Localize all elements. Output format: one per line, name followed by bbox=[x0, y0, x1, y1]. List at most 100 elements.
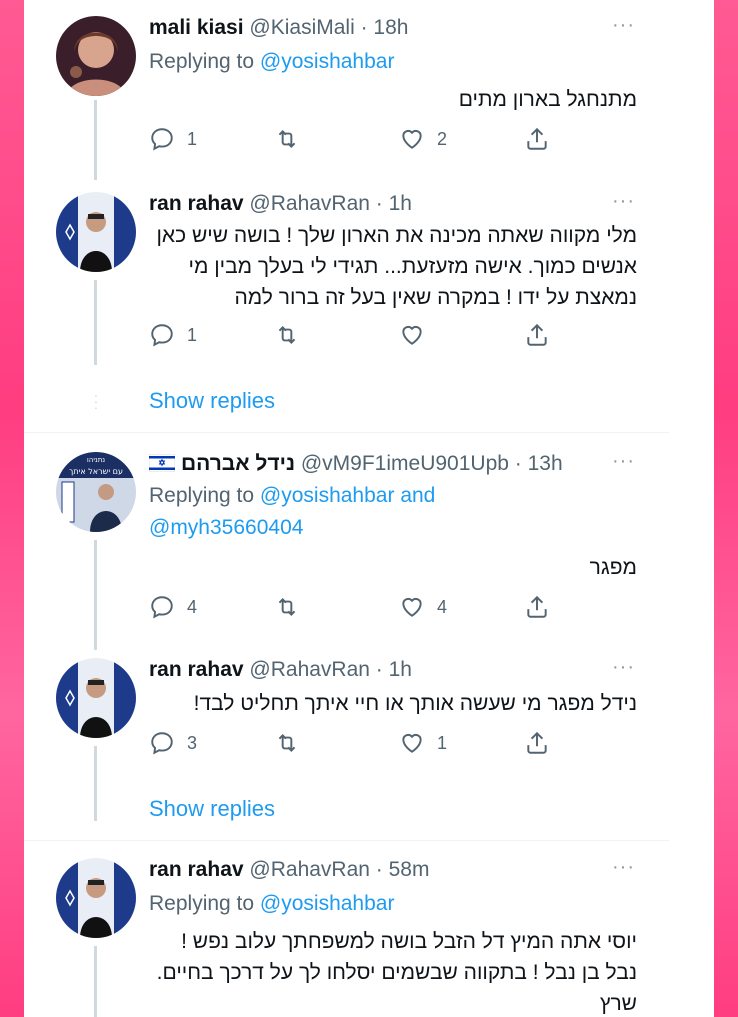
reply-count: 4 bbox=[187, 596, 198, 617]
retweet-button[interactable] bbox=[274, 126, 300, 152]
replying-to: Replying to @yosishahbar bbox=[149, 888, 394, 920]
heart-icon bbox=[402, 597, 422, 617]
user-handle[interactable]: @RahavRan bbox=[249, 192, 370, 215]
user-handle[interactable]: @RahavRan bbox=[249, 658, 370, 681]
retweet-button[interactable] bbox=[274, 594, 300, 620]
share-button[interactable] bbox=[524, 730, 550, 756]
avatar-image-icon bbox=[56, 192, 136, 272]
tweet-text: יוסי אתה המיץ דל הזבל בושה למשפחתך עלוב … bbox=[156, 930, 637, 1015]
timestamp[interactable]: · 1h bbox=[376, 192, 412, 215]
tweet-actions: 4 4 bbox=[149, 594, 569, 624]
avatar-caption-top: נתניהו bbox=[87, 456, 105, 464]
retweet-button[interactable] bbox=[274, 322, 300, 348]
reply-count: 1 bbox=[187, 324, 198, 345]
display-name[interactable]: mali kiasi bbox=[149, 16, 244, 39]
tweet-header: mali kiasi @KiasiMali · 18h bbox=[149, 16, 408, 40]
thread-line bbox=[94, 280, 97, 365]
heart-icon bbox=[402, 733, 422, 753]
thread-more-dots: · · · bbox=[93, 387, 99, 415]
replying-to-and: and bbox=[400, 484, 436, 507]
like-button[interactable] bbox=[399, 322, 425, 348]
replying-to-label: Replying to bbox=[149, 50, 255, 73]
avatar[interactable] bbox=[56, 658, 136, 738]
avatar-image-icon bbox=[56, 16, 136, 96]
tweet-mali-kiasi[interactable]: mali kiasi @KiasiMali · 18h ··· Replying… bbox=[24, 0, 669, 180]
tweet-actions: 1 2 bbox=[149, 126, 569, 156]
share-button[interactable] bbox=[524, 322, 550, 348]
timestamp[interactable]: · 58m bbox=[376, 858, 430, 881]
tweet-actions: 3 1 bbox=[149, 730, 569, 760]
tweet-header: ran rahav @RahavRan · 1h bbox=[149, 192, 412, 216]
thread-line bbox=[94, 100, 97, 180]
more-options-icon[interactable]: ··· bbox=[612, 856, 635, 879]
share-icon bbox=[527, 323, 547, 346]
display-name[interactable]: ran rahav bbox=[149, 192, 244, 215]
reply-button[interactable]: 3 bbox=[149, 730, 197, 756]
display-name[interactable]: ran rahav bbox=[149, 858, 244, 881]
more-options-icon[interactable]: ··· bbox=[612, 450, 635, 473]
divider bbox=[24, 432, 669, 433]
avatar-caption-bottom: עם ישראל איתך bbox=[69, 467, 123, 476]
display-name[interactable]: ran rahav bbox=[149, 658, 244, 681]
display-name[interactable]: נידל אברהם bbox=[181, 452, 295, 475]
tweet-nidel-avraham[interactable]: נתניהו עם ישראל איתך נידל אברהם @vM9F1im… bbox=[24, 440, 669, 650]
israel-flag-icon bbox=[149, 454, 175, 472]
like-count: 4 bbox=[437, 596, 448, 617]
avatar-image-icon bbox=[56, 658, 136, 738]
thread-line bbox=[94, 540, 97, 650]
reply-button[interactable]: 4 bbox=[149, 594, 197, 620]
avatar-image-icon: נתניהו עם ישראל איתך bbox=[56, 452, 136, 532]
more-options-icon[interactable]: ··· bbox=[612, 14, 635, 37]
tweet-text: מתנחגל בארון מתים bbox=[458, 88, 637, 111]
tweet-text: מפגר bbox=[589, 556, 637, 579]
reply-button[interactable]: 1 bbox=[149, 322, 197, 348]
replying-to-handle-2[interactable]: @myh35660404 bbox=[149, 516, 303, 539]
tweet-actions: 1 bbox=[149, 322, 569, 352]
avatar[interactable] bbox=[56, 192, 136, 272]
retweet-button[interactable] bbox=[274, 730, 300, 756]
more-options-icon[interactable]: ··· bbox=[612, 190, 635, 213]
avatar[interactable]: נתניהו עם ישראל איתך bbox=[56, 452, 136, 532]
share-icon bbox=[527, 127, 547, 150]
replying-to-handle[interactable]: @yosishahbar bbox=[260, 484, 395, 507]
share-button[interactable] bbox=[524, 594, 550, 620]
like-count: 2 bbox=[437, 128, 448, 149]
like-button[interactable]: 2 bbox=[399, 126, 447, 152]
user-handle[interactable]: @KiasiMali bbox=[249, 16, 354, 39]
like-button[interactable]: 4 bbox=[399, 594, 447, 620]
tweet-ran-rahav-1[interactable]: ran rahav @RahavRan · 1h ··· מלי מקווה ש… bbox=[24, 180, 669, 414]
avatar[interactable] bbox=[56, 858, 136, 938]
user-handle[interactable]: @vM9F1imeU901Upb bbox=[301, 452, 509, 475]
show-replies-link[interactable]: Show replies bbox=[149, 388, 275, 414]
like-button[interactable]: 1 bbox=[399, 730, 447, 756]
replying-to-handle[interactable]: @yosishahbar bbox=[260, 50, 395, 73]
share-icon bbox=[527, 595, 547, 618]
avatar[interactable] bbox=[56, 16, 136, 96]
reply-icon bbox=[151, 128, 173, 151]
reply-count: 1 bbox=[187, 128, 198, 149]
timestamp[interactable]: · 1h bbox=[376, 658, 412, 681]
tweet-header: נידל אברהם @vM9F1imeU901Upb · 13h bbox=[149, 452, 563, 476]
tweet-ran-rahav-3[interactable]: ran rahav @RahavRan · 58m ··· Replying t… bbox=[24, 848, 669, 1017]
replying-to: Replying to @yosishahbar bbox=[149, 46, 394, 78]
heart-icon bbox=[402, 325, 422, 345]
share-button[interactable] bbox=[524, 126, 550, 152]
tweet-header: ran rahav @RahavRan · 1h bbox=[149, 658, 412, 682]
avatar-image-icon bbox=[56, 858, 136, 938]
user-handle[interactable]: @RahavRan bbox=[249, 858, 370, 881]
reply-icon bbox=[151, 732, 173, 755]
retweet-icon bbox=[278, 734, 296, 752]
timestamp[interactable]: · 13h bbox=[515, 452, 563, 475]
left-pink-frame bbox=[0, 0, 24, 1017]
right-gutter bbox=[669, 0, 714, 1017]
timestamp[interactable]: · 18h bbox=[361, 16, 409, 39]
share-icon bbox=[527, 731, 547, 754]
reply-count: 3 bbox=[187, 732, 198, 753]
tweet-ran-rahav-2[interactable]: ran rahav @RahavRan · 1h ··· נידל מפגר מ… bbox=[24, 650, 669, 840]
reply-button[interactable]: 1 bbox=[149, 126, 197, 152]
show-replies-link[interactable]: Show replies bbox=[149, 796, 275, 822]
heart-icon bbox=[402, 129, 422, 149]
thread-line bbox=[94, 946, 97, 1017]
replying-to-handle[interactable]: @yosishahbar bbox=[260, 892, 395, 915]
more-options-icon[interactable]: ··· bbox=[612, 656, 635, 679]
